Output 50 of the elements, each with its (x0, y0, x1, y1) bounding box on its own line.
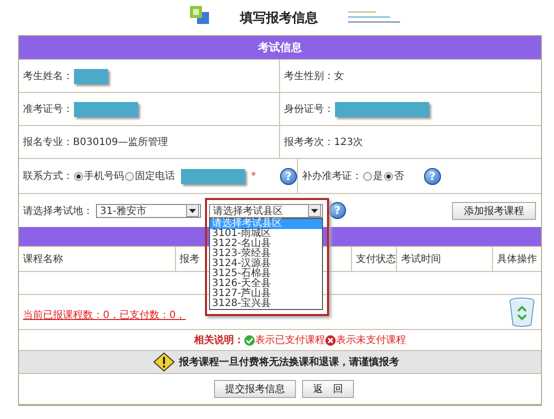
column-header: 具体操作 (496, 253, 538, 267)
radio-button[interactable] (363, 172, 372, 180)
dropdown-option[interactable]: 3123-荥经县 (210, 248, 322, 258)
warning-icon (153, 352, 175, 372)
dropdown-option[interactable]: 3125-石棉县 (210, 268, 322, 278)
back-button[interactable]: 返 回 (302, 380, 354, 398)
radio-button[interactable] (74, 172, 83, 180)
radio-label: 否 (394, 170, 404, 183)
field-label: 请选择考试地： (23, 204, 93, 218)
submit-button[interactable]: 提交报考信息 (214, 380, 296, 398)
field-value: B030109—监所管理 (73, 136, 168, 149)
column-header: 考试时间 (397, 247, 493, 271)
decorative-lines (348, 10, 400, 24)
city-select[interactable]: 31-雅安市 (96, 204, 201, 218)
field-label: 联系方式： (23, 170, 73, 183)
field-value: 123次 (334, 136, 364, 149)
field-label: 报考考次： (284, 136, 334, 149)
legend-text: 表示未支付课程 (336, 334, 406, 347)
radio-button[interactable] (125, 172, 134, 180)
dropdown-option[interactable]: 3127-芦山县 (210, 288, 322, 298)
squares-icon (189, 4, 211, 24)
warning-text: 报考课程一旦付费将无法换课和退课，请谨慎报考 (179, 356, 399, 369)
dropdown-option[interactable]: 3126-天全县 (210, 278, 322, 288)
legend-text: 表示已支付课程 (255, 334, 325, 347)
radio-label: 是 (373, 170, 383, 183)
page-title: 填写报考信息 (240, 10, 318, 26)
course-count-link[interactable]: 当前已报课程数：0，已支付数：0， (23, 308, 186, 322)
field-label: 报名专业： (23, 136, 73, 149)
field-label: 补办准考证： (302, 170, 362, 183)
field-label: 身份证号： (284, 103, 334, 116)
add-course-button[interactable]: 添加报考课程 (452, 202, 536, 220)
county-select[interactable]: 请选择考试县区 (209, 204, 323, 218)
legend-label: 相关说明： (194, 334, 244, 347)
dropdown-option[interactable]: 3128-宝兴县 (210, 298, 322, 308)
radio-button[interactable] (384, 172, 393, 180)
dropdown-option[interactable]: 3101-雨城区 (210, 228, 322, 238)
radio-label: 手机号码 (84, 170, 124, 183)
column-header: 支付状态 (352, 247, 398, 271)
column-header: 课程名称 (19, 247, 176, 271)
dropdown-option[interactable]: 3124-汉源县 (210, 258, 322, 268)
dropdown-option[interactable]: 3122-名山县 (210, 238, 322, 248)
required-mark: * (251, 170, 256, 182)
field-value: 女 (334, 70, 344, 83)
section-title: 考试信息 (19, 36, 541, 59)
radio-label: 固定电话 (135, 170, 175, 183)
cross-icon (325, 334, 336, 346)
field-label: 考生性别： (284, 70, 334, 83)
field-label: 准考证号： (23, 102, 73, 116)
check-icon (244, 334, 255, 346)
field-label: 考生姓名： (23, 70, 73, 83)
